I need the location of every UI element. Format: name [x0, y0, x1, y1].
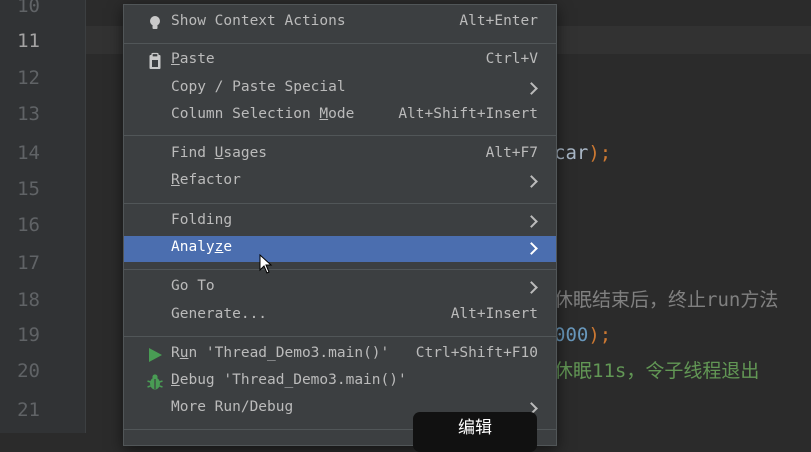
line-number: 12 [17, 67, 40, 89]
menu-item-label: Folding [171, 212, 233, 228]
menu-item-shortcut: Ctrl+V [485, 51, 538, 67]
code-comment[interactable]: 休眠11s，令子线程退出 [554, 357, 759, 385]
menu-item-folding[interactable]: Folding [124, 209, 556, 235]
line-number: 11 [17, 30, 40, 52]
menu-item-label: Refactor [171, 172, 241, 188]
mnemonic: D [171, 372, 180, 388]
line-number: 16 [17, 214, 40, 236]
label-part: aste [179, 51, 215, 67]
line-number: 19 [17, 324, 40, 346]
menu-item-debug[interactable]: Debug 'Thread_Demo3.main()' [124, 369, 556, 395]
menu-item-analyze[interactable]: Analyze [124, 236, 556, 262]
line-number: 17 [17, 252, 40, 274]
code-number: 000 [554, 324, 589, 346]
menu-item-label: Column Selection Mode [171, 106, 354, 122]
label-part: sages [223, 145, 268, 161]
tooltip: 编辑 [413, 412, 537, 452]
menu-separator [124, 43, 556, 44]
menu-item-shortcut: Alt+Enter [459, 13, 538, 29]
menu-item-label: Analyze [171, 239, 232, 255]
chevron-right-icon [525, 215, 538, 228]
label-part: Analy [171, 239, 215, 255]
label-part: n 'Thread_Demo3.main()' [188, 345, 390, 361]
menu-item-paste[interactable]: Paste Ctrl+V [124, 48, 556, 74]
line-number: 14 [17, 142, 40, 164]
menu-item-show-context-actions[interactable]: Show Context Actions Alt+Enter [124, 10, 556, 36]
label-part: Column Selection [171, 106, 320, 122]
lightbulb-icon [146, 14, 164, 32]
menu-item-shortcut: Ctrl+Shift+F10 [415, 345, 538, 361]
menu-item-find-usages[interactable]: Find Usages Alt+F7 [124, 142, 556, 168]
label-part: efactor [179, 172, 241, 188]
menu-item-refactor[interactable]: Refactor [124, 169, 556, 195]
line-number: 10 [17, 0, 40, 17]
code-text: car [554, 142, 589, 164]
code-fragment[interactable]: car); [554, 139, 611, 167]
clipboard-icon [146, 52, 164, 70]
chevron-right-icon [525, 281, 538, 294]
menu-item-copy-paste-special[interactable]: Copy / Paste Special [124, 76, 556, 102]
menu-separator [124, 135, 556, 136]
code-comment[interactable]: 休眠结束后，终止run方法 [554, 286, 778, 314]
menu-item-shortcut: Alt+Insert [450, 306, 538, 322]
menu-item-shortcut: Alt+Shift+Insert [398, 106, 538, 122]
label-part: e [223, 239, 233, 255]
mnemonic: P [171, 51, 180, 67]
menu-item-label: More Run/Debug [171, 399, 294, 415]
chevron-right-icon [525, 175, 538, 188]
line-number: 18 [17, 289, 40, 311]
line-number: 13 [17, 103, 40, 125]
menu-separator [124, 269, 556, 270]
menu-item-label: Copy / Paste Special [171, 79, 346, 95]
label-part: R [171, 345, 180, 361]
code-text: ); [588, 324, 612, 346]
line-number: 21 [17, 399, 40, 421]
menu-item-label: Run 'Thread_Demo3.main()' [171, 345, 389, 361]
menu-separator [124, 336, 556, 337]
chevron-right-icon [525, 82, 538, 95]
menu-item-column-selection-mode[interactable]: Column Selection Mode Alt+Shift+Insert [124, 103, 556, 129]
line-number-gutter: 10 11 12 13 14 15 16 17 18 19 20 21 [0, 0, 86, 433]
menu-separator [124, 203, 556, 204]
editor-context-menu: Show Context Actions Alt+Enter Paste Ctr… [123, 4, 557, 446]
mnemonic: M [319, 106, 329, 122]
mouse-pointer-icon [259, 253, 273, 278]
menu-item-label: Generate... [171, 306, 268, 322]
menu-item-label: Go To [171, 278, 215, 294]
label-part: ebug 'Thread_Demo3.main()' [179, 372, 407, 388]
run-play-icon [146, 346, 164, 364]
menu-item-go-to[interactable]: Go To [124, 275, 556, 301]
menu-item-label: Show Context Actions [171, 13, 346, 29]
menu-item-shortcut: Alt+F7 [485, 145, 538, 161]
label-part: ode [328, 106, 355, 122]
menu-item-label: Find Usages [171, 145, 267, 161]
menu-item-label: Paste [171, 51, 215, 67]
menu-item-label: Debug 'Thread_Demo3.main()' [171, 372, 407, 388]
chevron-right-icon [525, 242, 538, 255]
line-number: 15 [17, 178, 40, 200]
menu-item-run[interactable]: Run 'Thread_Demo3.main()' Ctrl+Shift+F10 [124, 342, 556, 368]
debug-bug-icon [146, 373, 164, 391]
line-number: 20 [17, 360, 40, 382]
mnemonic: R [171, 172, 180, 188]
label-part: Find [171, 145, 215, 161]
code-fragment[interactable]: 000); [554, 321, 611, 349]
code-text: ); [588, 142, 612, 164]
menu-item-generate[interactable]: Generate... Alt+Insert [124, 303, 556, 329]
